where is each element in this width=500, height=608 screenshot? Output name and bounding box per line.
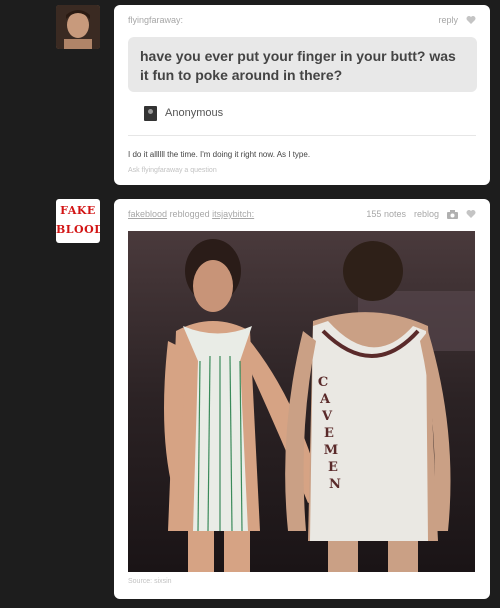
- avatar-fakeblood[interactable]: FAKE BLOOD: [56, 199, 100, 243]
- jersey-letter: M: [324, 443, 338, 458]
- jersey-letter: E: [324, 426, 334, 441]
- asker-name: Anonymous: [165, 107, 224, 119]
- post-photo: fakeblood reblogged itsjaybitch: 155 not…: [114, 199, 490, 599]
- jersey-letter: A: [319, 392, 331, 407]
- post-photo-image[interactable]: C A V E M E N: [128, 231, 475, 572]
- username[interactable]: flyingfaraway:: [128, 15, 183, 25]
- photo-caption[interactable]: Source: sixsin: [128, 578, 172, 585]
- jersey-letter: V: [321, 409, 333, 424]
- source-user-link[interactable]: itsjaybitch:: [212, 209, 254, 219]
- avatar-flyingfaraway[interactable]: [56, 5, 100, 49]
- jersey-letter: C: [318, 375, 328, 390]
- reply-button[interactable]: reply: [438, 15, 458, 25]
- post-header: fakeblood reblogged itsjaybitch: 155 not…: [128, 209, 476, 223]
- heart-icon[interactable]: [466, 209, 476, 219]
- post-header: flyingfaraway: reply: [128, 15, 476, 29]
- heart-icon[interactable]: [466, 15, 476, 25]
- reblogged-label: reblogged: [169, 209, 210, 219]
- asker-row: Anonymous: [144, 105, 476, 121]
- notes-count[interactable]: 155 notes: [366, 209, 406, 219]
- reblog-button[interactable]: reblog: [414, 209, 439, 219]
- jersey-letter: N: [329, 477, 341, 492]
- logo-line-2: BLOOD: [56, 223, 100, 236]
- anonymous-avatar-icon: [144, 105, 157, 121]
- answer-text: I do it allllll the time. I'm doing it r…: [128, 150, 311, 159]
- post-ask: flyingfaraway: reply have you ever put y…: [114, 5, 490, 185]
- divider: [128, 135, 476, 136]
- wrestling-photo: C A V E M E N: [128, 231, 475, 572]
- jersey-letter: E: [328, 460, 338, 475]
- camera-icon: [447, 209, 458, 219]
- logo-line-1: FAKE: [60, 204, 96, 217]
- question-text: have you ever put your finger in your bu…: [128, 37, 477, 92]
- ask-link[interactable]: Ask flyingfaraway a question: [128, 167, 217, 174]
- reblogger-link[interactable]: fakeblood: [128, 209, 167, 219]
- avatar-portrait: [56, 5, 100, 49]
